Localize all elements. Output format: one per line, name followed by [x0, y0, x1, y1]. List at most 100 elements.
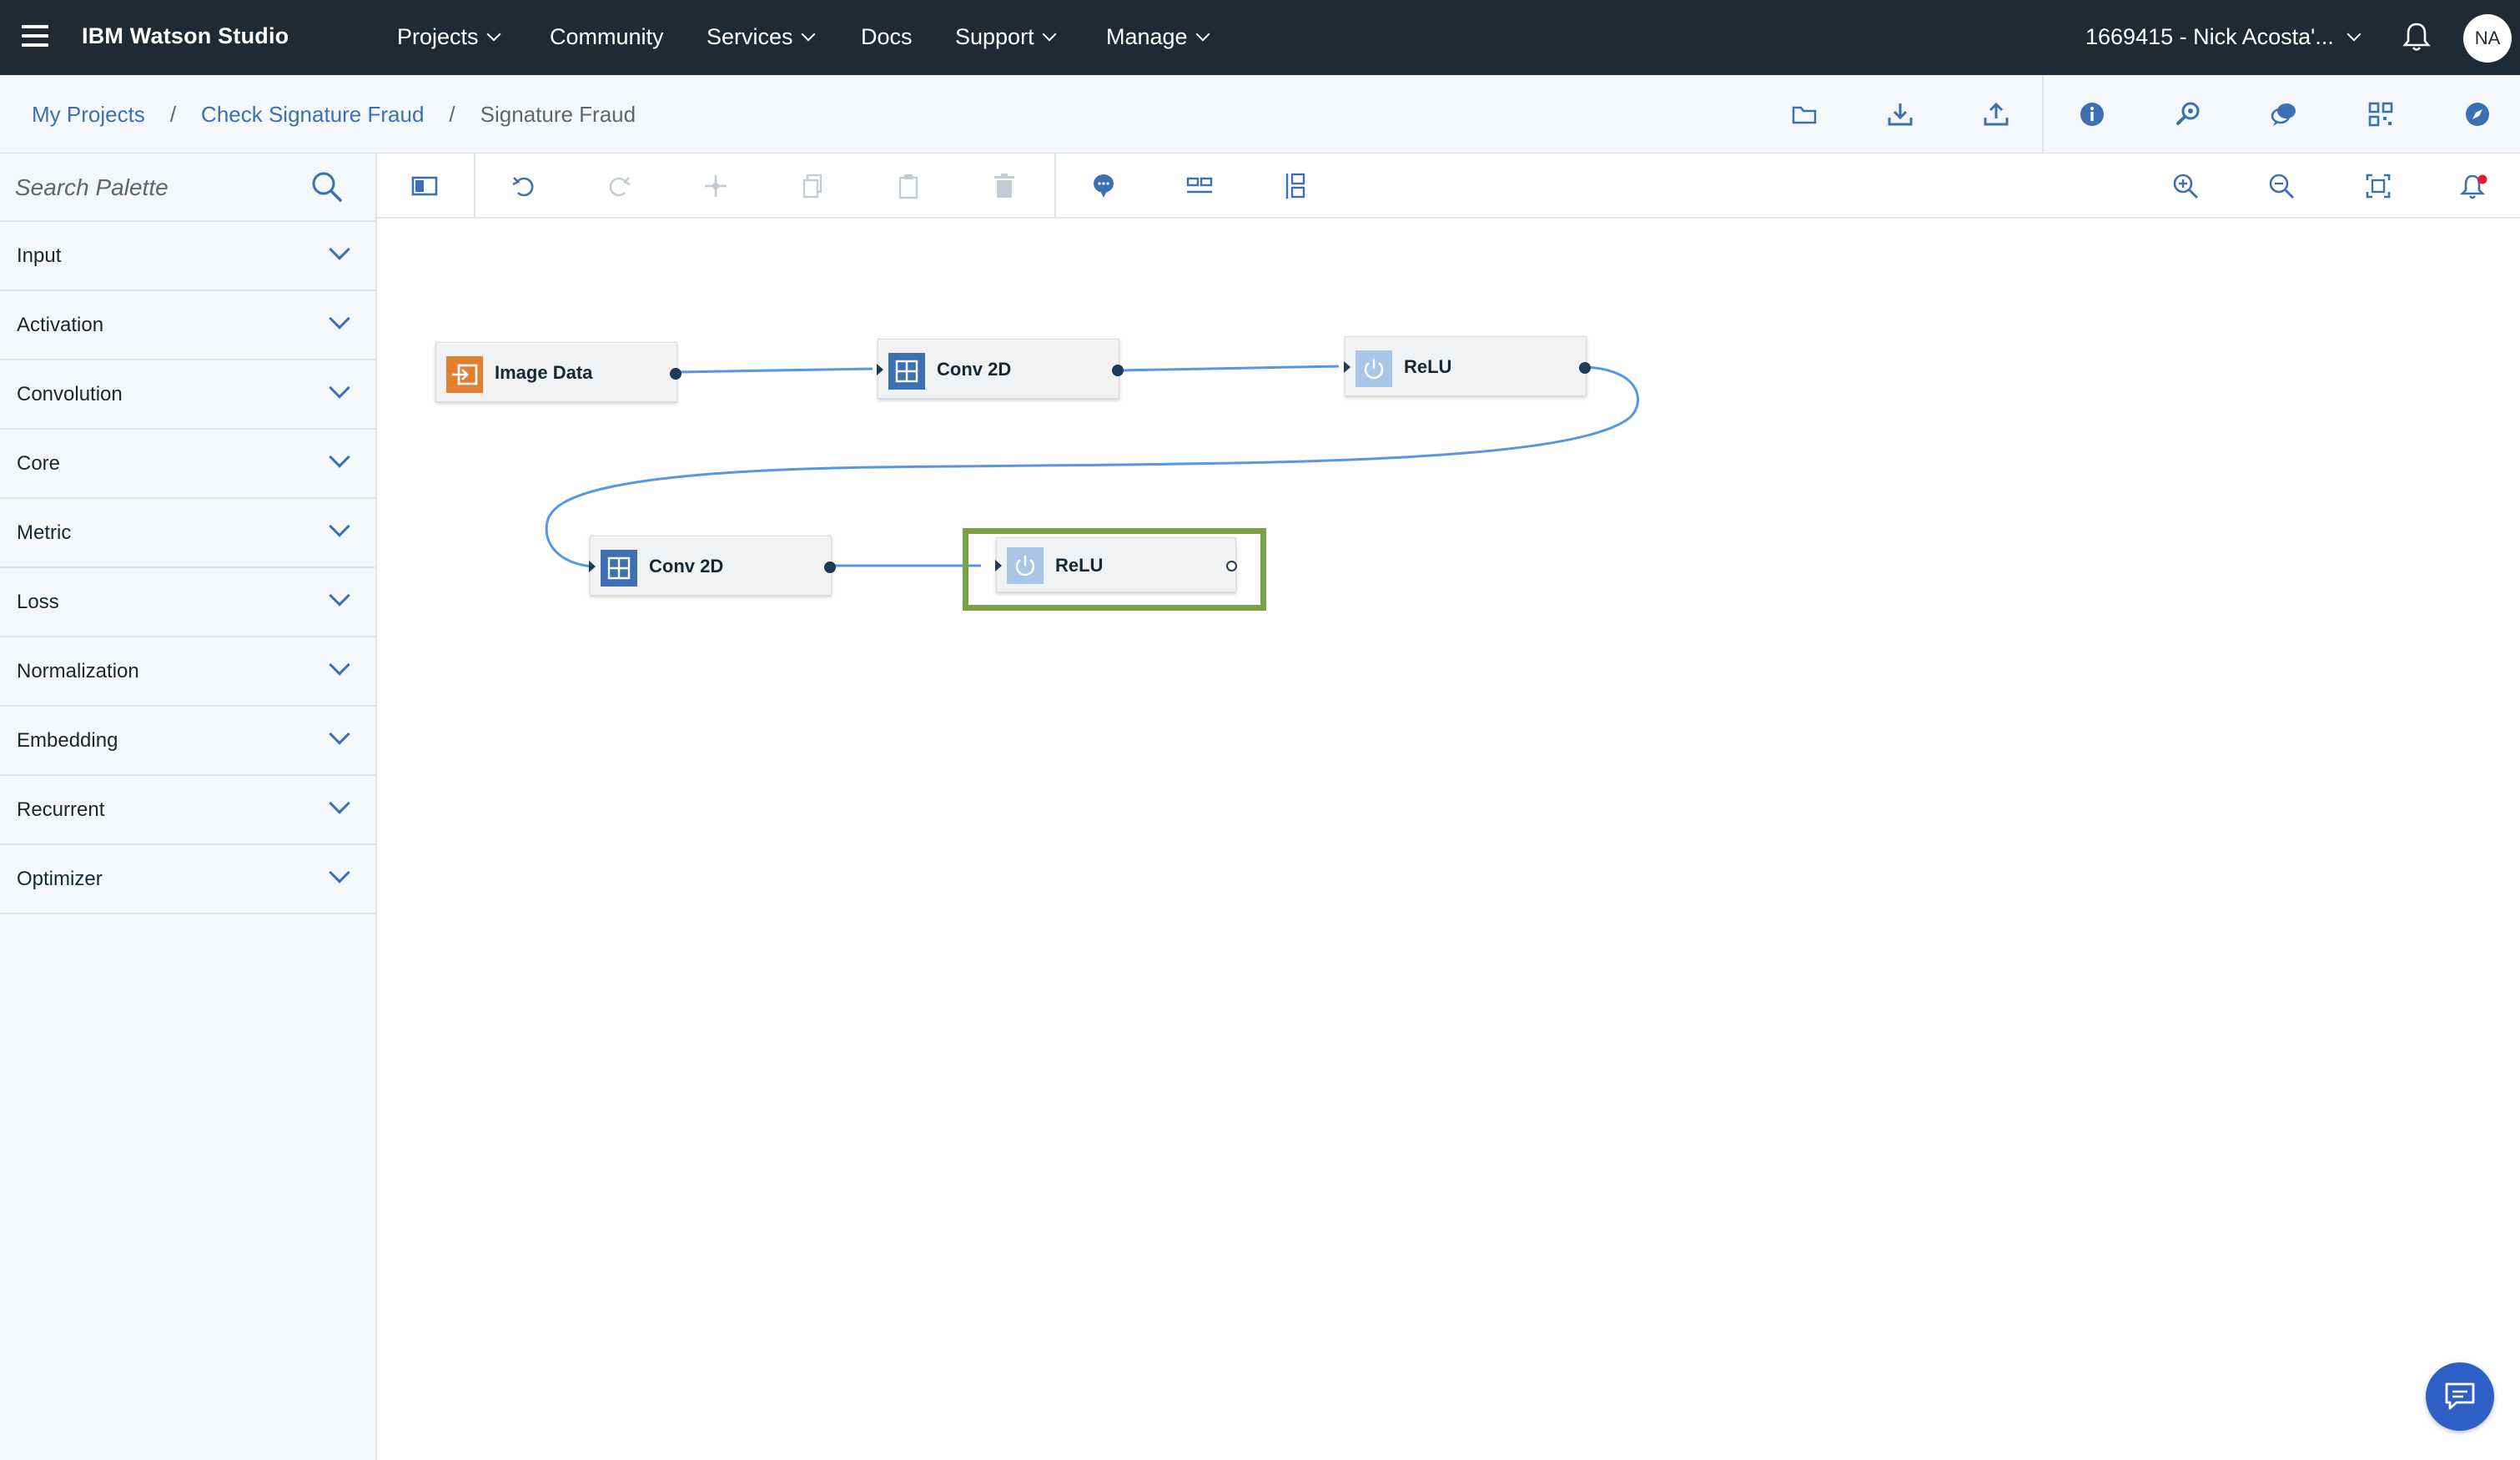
avatar[interactable]: NA	[2463, 14, 2512, 63]
breadcrumb-check-signature-fraud[interactable]: Check Signature Fraud	[201, 102, 424, 128]
palette-search	[0, 154, 375, 222]
nav-services-label: Services	[707, 24, 793, 49]
chevron-down-icon	[1042, 27, 1057, 41]
nav-projects-label: Projects	[397, 24, 479, 49]
nav-community-label: Community	[550, 24, 664, 49]
breadcrumb-separator: /	[449, 102, 455, 127]
chat-icon	[2445, 1382, 2475, 1410]
nav-projects[interactable]: Projects	[397, 24, 501, 50]
input-port[interactable]	[995, 560, 1002, 571]
palette-category-embedding[interactable]: Embedding	[0, 707, 375, 776]
category-label: Normalization	[17, 660, 139, 682]
undo-icon[interactable]	[507, 169, 541, 203]
chat-bubbles-icon[interactable]	[2267, 98, 2301, 131]
category-label: Activation	[17, 314, 104, 336]
chevron-down-icon	[329, 793, 350, 814]
output-port[interactable]	[1112, 365, 1124, 376]
node-image-data[interactable]: Image Data	[435, 342, 682, 402]
palette-category-recurrent[interactable]: Recurrent	[0, 776, 375, 845]
node-links	[545, 365, 1639, 568]
output-port[interactable]	[1579, 362, 1591, 374]
nav-docs[interactable]: Docs	[861, 24, 913, 50]
output-port[interactable]	[670, 368, 682, 380]
category-label: Metric	[17, 521, 72, 544]
output-port[interactable]	[824, 561, 836, 573]
hamburger-icon[interactable]	[22, 25, 48, 48]
breadcrumb-separator: /	[169, 102, 177, 127]
breadcrumb: My Projects / Check Signature Fraud / Si…	[32, 102, 636, 128]
toggle-palette-icon[interactable]	[408, 169, 441, 203]
palette-category-normalization[interactable]: Normalization	[0, 637, 375, 707]
move-icon[interactable]	[699, 169, 732, 203]
compass-icon[interactable]	[2461, 98, 2494, 131]
node-label: ReLU	[1055, 555, 1104, 576]
nav-manage-label: Manage	[1106, 24, 1188, 49]
power-icon	[1356, 350, 1392, 387]
category-label: Loss	[17, 591, 59, 613]
info-icon[interactable]	[2075, 98, 2109, 131]
output-port[interactable]	[1226, 561, 1237, 571]
fit-to-screen-icon[interactable]	[2362, 169, 2395, 203]
node-relu-selected[interactable]: ReLU	[995, 537, 1237, 592]
nav-docs-label: Docs	[861, 24, 913, 49]
input-port[interactable]	[1344, 361, 1351, 373]
node-relu[interactable]: ReLU	[1344, 336, 1591, 396]
download-icon[interactable]	[1884, 98, 1917, 131]
zoom-in-icon[interactable]	[2169, 169, 2202, 203]
notifications-icon[interactable]	[2457, 169, 2491, 203]
input-port[interactable]	[877, 364, 883, 375]
node-conv2d[interactable]: Conv 2D	[589, 536, 836, 596]
account-switcher[interactable]: 1669415 - Nick Acosta'...	[2085, 24, 2362, 50]
palette-category-metric[interactable]: Metric	[0, 499, 375, 568]
paste-icon[interactable]	[892, 169, 925, 203]
chat-button[interactable]	[2426, 1362, 2494, 1431]
upload-icon[interactable]	[1979, 98, 2013, 131]
conv-grid-icon	[888, 353, 925, 390]
category-label: Core	[17, 452, 61, 475]
chevron-down-icon	[486, 27, 501, 41]
palette-category-activation[interactable]: Activation	[0, 291, 375, 360]
link-conv2d-to-relu	[1119, 365, 1340, 372]
palette-category-convolution[interactable]: Convolution	[0, 360, 375, 430]
nav-services[interactable]: Services	[707, 24, 816, 50]
canvas-toolbar	[377, 154, 2520, 219]
search-input[interactable]	[15, 169, 299, 207]
toolbar-separator	[1054, 154, 1056, 219]
comment-icon[interactable]	[1087, 169, 1120, 203]
breadcrumb-my-projects[interactable]: My Projects	[32, 102, 145, 128]
chevron-down-icon	[329, 239, 350, 260]
nav-manage[interactable]: Manage	[1106, 24, 1210, 50]
chevron-down-icon	[329, 308, 350, 330]
zoom-out-icon[interactable]	[2265, 169, 2298, 203]
chevron-down-icon	[2346, 27, 2362, 41]
nav-support[interactable]: Support	[955, 24, 1057, 50]
palette-category-loss[interactable]: Loss	[0, 568, 375, 637]
palette-category-core[interactable]: Core	[0, 430, 375, 499]
node-label: ReLU	[1404, 356, 1452, 377]
copy-icon[interactable]	[796, 169, 829, 203]
redo-icon[interactable]	[602, 169, 636, 203]
chevron-down-icon	[329, 516, 350, 537]
brand-title[interactable]: IBM Watson Studio	[82, 23, 289, 49]
search-icon[interactable]	[310, 170, 344, 208]
flow-canvas[interactable]: Image Data Conv 2D ReLU Conv 2D ReLU	[377, 219, 2520, 1460]
breadcrumb-bar: My Projects / Check Signature Fraud / Si…	[0, 75, 2520, 154]
grid-icon[interactable]	[2364, 98, 2397, 131]
chevron-down-icon	[1195, 27, 1210, 41]
palette-category-input[interactable]: Input	[0, 222, 375, 291]
delete-icon[interactable]	[988, 169, 1021, 203]
category-label: Convolution	[17, 383, 123, 405]
nav-community[interactable]: Community	[550, 24, 664, 50]
input-port[interactable]	[589, 561, 596, 572]
arrange-vertical-icon[interactable]	[1280, 169, 1313, 203]
chevron-down-icon	[329, 377, 350, 399]
palette-category-optimizer[interactable]: Optimizer	[0, 845, 375, 914]
wrench-icon[interactable]	[2171, 98, 2205, 131]
chevron-down-icon	[801, 27, 816, 41]
node-conv2d[interactable]: Conv 2D	[877, 339, 1124, 399]
node-label: Conv 2D	[649, 556, 724, 576]
bell-icon[interactable]	[2402, 22, 2431, 53]
folder-icon[interactable]	[1788, 98, 1821, 132]
node-palette: Input Activation Convolution Core Metric…	[0, 154, 377, 1460]
arrange-horizontal-icon[interactable]	[1183, 169, 1216, 203]
